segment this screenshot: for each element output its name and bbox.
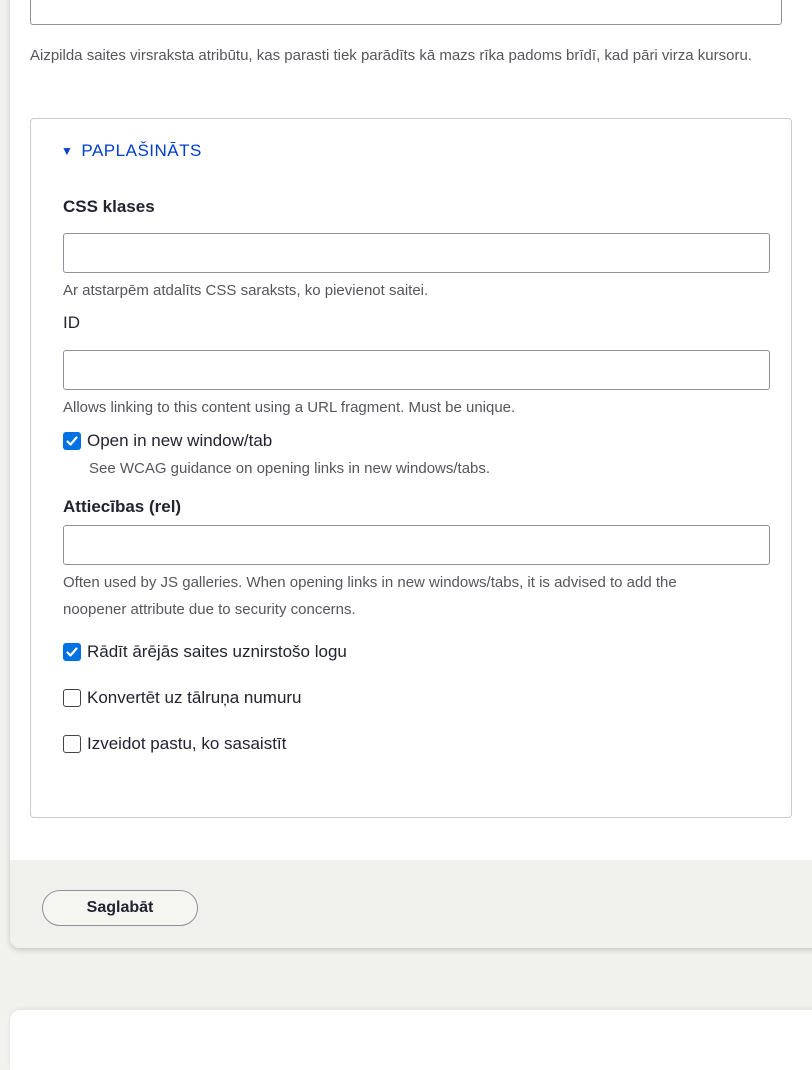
id-description: Allows linking to this content using a U… (63, 399, 516, 416)
email-checkbox-row[interactable]: Izveidot pastu, ko sasaistīt (63, 734, 286, 754)
phone-label: Konvertēt uz tālruņa numuru (87, 688, 302, 707)
checkbox-checked[interactable] (63, 643, 81, 661)
advanced-details: ▼ PAPLAŠINĀTS CSS klases Ar atstarpēm at… (30, 118, 792, 818)
link-dialog: Aizpilda saites virsraksta atribūtu, kas… (10, 0, 812, 948)
rel-description: Often used by JS galleries. When opening… (63, 574, 677, 618)
check-icon (66, 436, 78, 446)
external-popup-checkbox-row[interactable]: Rādīt ārējās saites uznirstošo logu (63, 642, 347, 662)
phone-checkbox-row[interactable]: Konvertēt uz tālruņa numuru (63, 688, 302, 708)
next-card (10, 1010, 812, 1070)
checkbox-checked[interactable] (63, 432, 81, 450)
advanced-summary[interactable]: ▼ PAPLAŠINĀTS (61, 141, 202, 161)
email-label: Izveidot pastu, ko sasaistīt (87, 734, 287, 753)
checkbox-unchecked[interactable] (63, 689, 81, 707)
save-button[interactable]: Saglabāt (42, 890, 198, 926)
rel-input[interactable] (63, 525, 770, 565)
title-input[interactable] (30, 0, 782, 25)
new-window-checkbox-row[interactable]: Open in new window/tab (63, 431, 272, 451)
title-description: Aizpilda saites virsraksta atribūtu, kas… (30, 47, 752, 64)
id-input[interactable] (63, 350, 770, 390)
rel-label: Attiecības (rel) (63, 497, 182, 516)
advanced-summary-label: PAPLAŠINĀTS (81, 141, 202, 160)
new-window-label: Open in new window/tab (87, 431, 273, 450)
dialog-footer: Saglabāt (10, 860, 812, 948)
triangle-down-icon: ▼ (61, 144, 74, 158)
check-icon (66, 647, 78, 657)
checkbox-unchecked[interactable] (63, 735, 81, 753)
css-classes-label: CSS klases (63, 197, 155, 216)
new-window-description: See WCAG guidance on opening links in ne… (89, 460, 491, 477)
css-classes-input[interactable] (63, 233, 770, 273)
id-label: ID (63, 313, 80, 332)
external-popup-label: Rādīt ārējās saites uznirstošo logu (87, 642, 347, 661)
css-classes-description: Ar atstarpēm atdalīts CSS saraksts, ko p… (63, 282, 429, 299)
